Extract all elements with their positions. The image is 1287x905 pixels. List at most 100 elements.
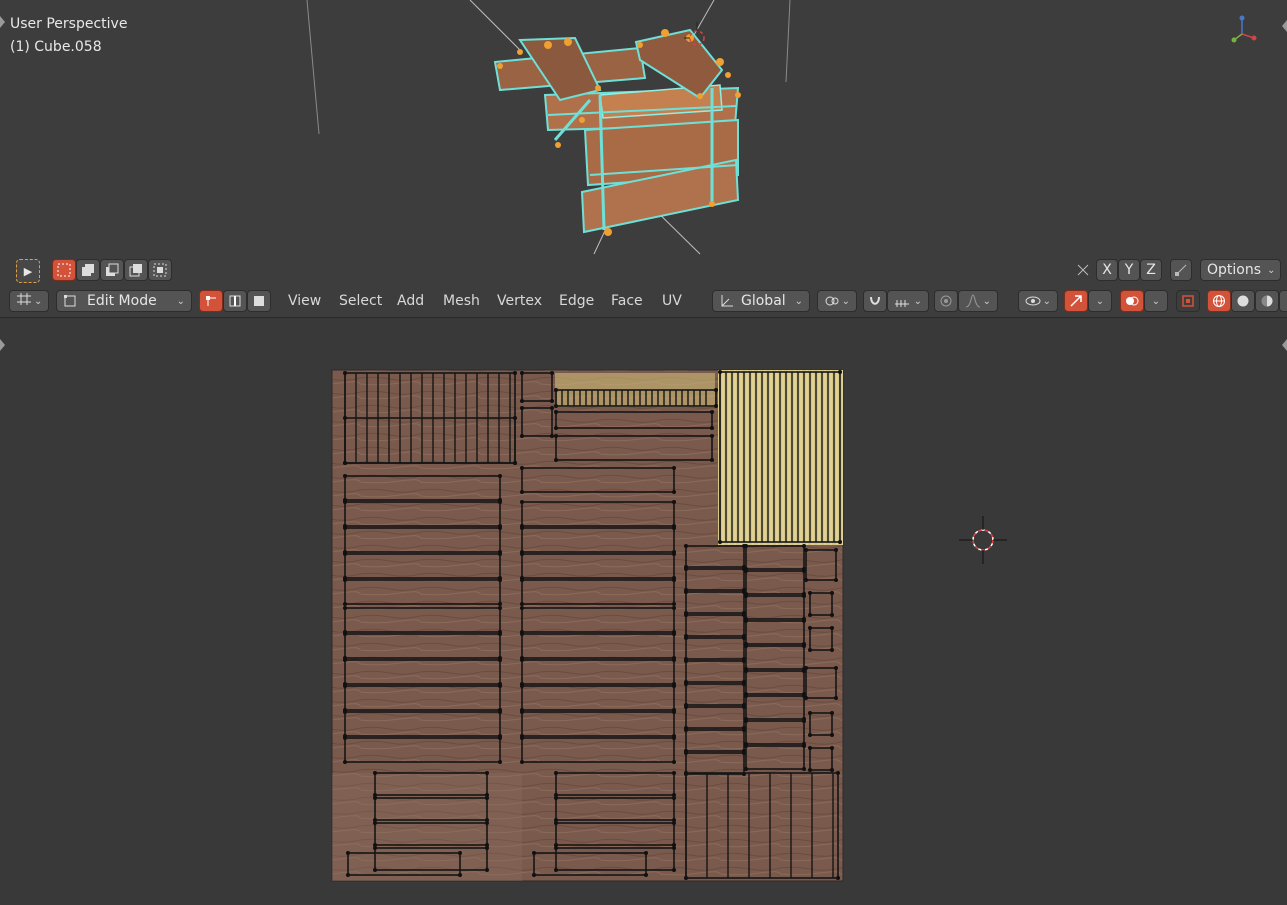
uv-vertex[interactable] — [498, 606, 502, 610]
uv-vertex[interactable] — [684, 659, 688, 663]
uv-vertex[interactable] — [498, 760, 502, 764]
overlays-dropdown[interactable]: ⌄ — [1144, 290, 1168, 312]
uv-vertex[interactable] — [498, 684, 502, 688]
uv-vertex[interactable] — [343, 658, 347, 662]
uv-vertex[interactable] — [498, 578, 502, 582]
uv-vertex[interactable] — [804, 666, 808, 670]
uv-vertex[interactable] — [520, 602, 524, 606]
uv-vertex[interactable] — [343, 710, 347, 714]
uv-vertex[interactable] — [808, 626, 812, 630]
uv-vertex[interactable] — [808, 648, 812, 652]
material-shading-icon[interactable] — [1255, 290, 1279, 312]
uv-vertex[interactable] — [373, 846, 377, 850]
uv-vertex[interactable] — [554, 434, 558, 438]
uv-vertex[interactable] — [672, 796, 676, 800]
uv-vertex[interactable] — [550, 371, 554, 375]
mode-dropdown[interactable]: Edit Mode ⌄ — [56, 290, 192, 312]
uv-vertex[interactable] — [520, 578, 524, 582]
uv-vertex[interactable] — [744, 619, 748, 623]
uv-vertex[interactable] — [710, 410, 714, 414]
uv-vertex[interactable] — [718, 540, 722, 544]
uv-vertex[interactable] — [343, 632, 347, 636]
uv-vertex[interactable] — [373, 821, 377, 825]
uv-vertex[interactable] — [808, 746, 812, 750]
uv-vertex[interactable] — [513, 371, 517, 375]
uv-vertex[interactable] — [672, 466, 676, 470]
uv-vertex[interactable] — [498, 526, 502, 530]
uv-vertex[interactable] — [672, 602, 676, 606]
uv-vertex[interactable] — [554, 821, 558, 825]
snap-toggle-icon[interactable] — [1170, 259, 1192, 281]
uv-vertex[interactable] — [498, 552, 502, 556]
uv-vertex[interactable] — [838, 540, 842, 544]
uv-vertex[interactable] — [550, 406, 554, 410]
falloff-dropdown[interactable]: ⌄ — [958, 290, 998, 312]
uv-vertex[interactable] — [485, 771, 489, 775]
uv-vertex[interactable] — [744, 544, 748, 548]
rendered-shading-icon[interactable] — [1279, 290, 1287, 312]
uv-vertex[interactable] — [744, 594, 748, 598]
uv-vertex[interactable] — [802, 767, 806, 771]
select-subtract-icon[interactable] — [100, 259, 124, 281]
uv-vertex[interactable] — [804, 696, 808, 700]
uv-vertex[interactable] — [520, 434, 524, 438]
uv-vertex[interactable] — [830, 746, 834, 750]
uv-vertex[interactable] — [520, 406, 524, 410]
uv-vertex[interactable] — [532, 873, 536, 877]
transform-orientation-dropdown[interactable]: Global ⌄ — [712, 290, 810, 312]
uv-vertex[interactable] — [520, 736, 524, 740]
uv-vertex[interactable] — [343, 416, 347, 420]
uv-vertex[interactable] — [498, 710, 502, 714]
uv-vertex[interactable] — [485, 868, 489, 872]
wireframe-shading-icon[interactable] — [1207, 290, 1231, 312]
uv-vertex[interactable] — [684, 751, 688, 755]
uv-vertex[interactable] — [520, 760, 524, 764]
menu-view[interactable]: View — [288, 293, 321, 309]
uv-vertex[interactable] — [672, 658, 676, 662]
uv-vertex[interactable] — [672, 632, 676, 636]
proportional-edit-icon[interactable] — [934, 290, 958, 312]
uv-vertex[interactable] — [744, 767, 748, 771]
uv-vertex[interactable] — [710, 434, 714, 438]
uv-vertex[interactable] — [672, 684, 676, 688]
uv-vertex[interactable] — [498, 658, 502, 662]
snap-element-dropdown[interactable]: ⌄ — [887, 290, 929, 312]
uv-vertex[interactable] — [672, 821, 676, 825]
uv-vertex[interactable] — [498, 500, 502, 504]
uv-vertex[interactable] — [808, 733, 812, 737]
uv-vertex[interactable] — [834, 548, 838, 552]
options-dropdown[interactable]: Options ⌄ — [1200, 259, 1281, 281]
uv-vertex[interactable] — [830, 626, 834, 630]
uv-vertex[interactable] — [513, 461, 517, 465]
edge-select-icon[interactable] — [223, 290, 247, 312]
editor-type-dropdown[interactable]: ⌄ — [9, 290, 49, 312]
uv-vertex[interactable] — [343, 736, 347, 740]
xray-toggle-icon[interactable] — [1176, 290, 1200, 312]
uv-vertex[interactable] — [498, 474, 502, 478]
axis-z-button[interactable]: Z — [1140, 259, 1162, 281]
mirror-icon[interactable] — [1072, 259, 1094, 281]
uv-vertex[interactable] — [554, 426, 558, 430]
uv-vertex[interactable] — [485, 821, 489, 825]
uv-vertex[interactable] — [672, 578, 676, 582]
uv-vertex[interactable] — [485, 796, 489, 800]
uv-vertex[interactable] — [554, 458, 558, 462]
uv-vertex[interactable] — [834, 578, 838, 582]
uv-vertex[interactable] — [554, 868, 558, 872]
uv-vertex[interactable] — [744, 694, 748, 698]
uv-vertex[interactable] — [343, 552, 347, 556]
menu-select[interactable]: Select — [339, 293, 382, 309]
uv-vertex[interactable] — [684, 544, 688, 548]
uv-vertex[interactable] — [644, 851, 648, 855]
menu-uv[interactable]: UV — [662, 293, 682, 309]
uv-vertex[interactable] — [343, 526, 347, 530]
uv-vertex[interactable] — [550, 399, 554, 403]
uv-vertex[interactable] — [684, 567, 688, 571]
vertex-select-icon[interactable] — [199, 290, 223, 312]
uv-vertex[interactable] — [830, 648, 834, 652]
snap-icon[interactable] — [863, 290, 887, 312]
uv-vertex[interactable] — [554, 846, 558, 850]
uv-vertex[interactable] — [710, 458, 714, 462]
uv-vertex[interactable] — [520, 710, 524, 714]
uv-vertex[interactable] — [802, 544, 806, 548]
